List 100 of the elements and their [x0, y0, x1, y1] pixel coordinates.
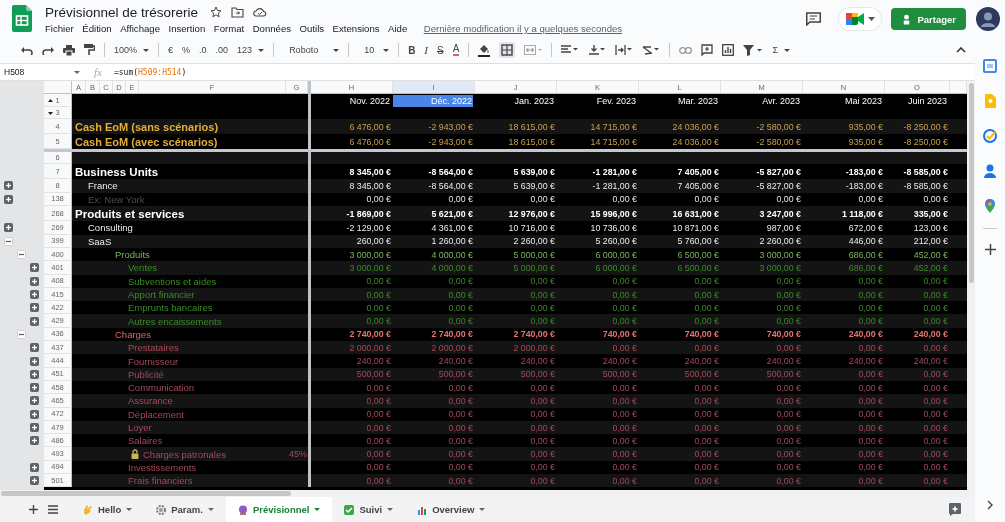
menu-icon[interactable]	[48, 505, 58, 514]
expand-group-button[interactable]	[30, 316, 39, 326]
expand-group-button[interactable]	[30, 303, 39, 313]
add-sheet-icon[interactable]	[29, 505, 38, 514]
font-size-dropdown[interactable]: 10	[364, 45, 390, 55]
menu-item[interactable]: Outils	[299, 23, 325, 34]
italic-button[interactable]: I	[424, 44, 429, 56]
amount: 0,00 €	[612, 289, 637, 300]
folder-icon[interactable]	[231, 6, 245, 18]
caret-icon[interactable]	[74, 70, 80, 74]
tasks-icon[interactable]	[983, 129, 997, 143]
menu-item[interactable]: Aide	[388, 23, 408, 34]
decrease-decimals-button[interactable]: .0	[199, 45, 207, 55]
sheet-tab[interactable]: Hello	[70, 497, 145, 522]
menu-item[interactable]: Données	[252, 23, 292, 34]
number-format-dropdown[interactable]: 123	[237, 45, 265, 55]
menu-item[interactable]: Fichier	[45, 23, 74, 34]
percent-button[interactable]: %	[182, 45, 191, 55]
add-icon[interactable]	[984, 244, 996, 255]
expand-group-button[interactable]	[30, 476, 39, 486]
increase-decimals-button[interactable]: .00	[215, 45, 229, 55]
link-icon[interactable]	[679, 46, 693, 54]
expand-group-button[interactable]	[30, 356, 39, 366]
expand-group-button[interactable]	[30, 290, 39, 300]
row-label: Cash EoM (avec scénarios)	[74, 135, 218, 148]
star-icon[interactable]	[210, 6, 223, 18]
menu-item[interactable]: Format	[213, 23, 245, 34]
strikethrough-button[interactable]: S	[437, 44, 444, 56]
sheet-tab[interactable]: Suivi	[332, 497, 406, 522]
redo-icon[interactable]	[42, 45, 54, 55]
hidden-rows-down-icon[interactable]	[48, 112, 53, 115]
add-comment-icon[interactable]	[701, 44, 714, 56]
amount: 2 000,00 €	[513, 342, 555, 353]
expand-group-button[interactable]	[30, 396, 39, 406]
zoom-dropdown[interactable]: 100%	[114, 45, 150, 55]
collapse-group-button[interactable]	[17, 250, 26, 260]
name-box[interactable]: H508	[0, 67, 74, 77]
horizontal-scrollbar[interactable]	[1, 491, 291, 496]
amount: 0,00 €	[612, 302, 637, 313]
text-color-button[interactable]: A	[452, 44, 460, 56]
fill-color-icon[interactable]	[478, 43, 491, 57]
expand-group-button[interactable]	[4, 223, 13, 233]
amount: 240,00 €	[848, 329, 883, 340]
vertical-align-icon[interactable]	[588, 45, 607, 55]
merge-cells-icon[interactable]	[524, 45, 543, 55]
menu-item[interactable]: Insertion	[168, 23, 206, 34]
document-title[interactable]: Prévisionnel de trésorerie	[45, 4, 199, 20]
currency-button[interactable]: €	[168, 45, 174, 55]
expand-group-button[interactable]	[30, 263, 39, 273]
avatar[interactable]	[976, 7, 1000, 31]
amount: 6 000,00 €	[595, 249, 637, 260]
font-dropdown[interactable]: Roboto	[289, 45, 340, 55]
vertical-scrollbar[interactable]	[968, 83, 974, 283]
amount: 0,00 €	[694, 382, 719, 393]
menu-item[interactable]: Affichage	[120, 23, 160, 34]
sheet-tab[interactable]: Param.	[144, 497, 226, 522]
expand-group-button[interactable]	[30, 423, 39, 432]
expand-group-button[interactable]	[30, 343, 39, 353]
borders-icon[interactable]	[499, 42, 516, 58]
expand-group-button[interactable]	[30, 409, 39, 419]
expand-group-button[interactable]	[30, 369, 39, 379]
print-icon[interactable]	[63, 44, 75, 56]
expand-group-button[interactable]	[30, 383, 39, 393]
sheets-logo-icon[interactable]	[12, 5, 32, 32]
filter-icon[interactable]	[743, 44, 764, 56]
expand-group-button[interactable]	[4, 181, 13, 191]
calendar-icon[interactable]	[983, 59, 997, 73]
text-rotate-icon[interactable]	[642, 45, 661, 55]
contacts-icon[interactable]	[984, 164, 996, 178]
amount: -8 564,00 €	[428, 180, 473, 191]
explore-icon[interactable]	[949, 503, 961, 516]
expand-group-button[interactable]	[30, 436, 39, 446]
sheet-tab[interactable]: Overview	[405, 497, 498, 522]
expand-panel-icon[interactable]	[987, 500, 993, 510]
expand-group-button[interactable]	[30, 276, 39, 286]
text-wrap-icon[interactable]	[615, 45, 634, 55]
expand-group-button[interactable]	[4, 194, 13, 204]
menu-item[interactable]: Édition	[82, 23, 112, 34]
share-button[interactable]: Partager	[891, 8, 966, 30]
align-icon[interactable]	[561, 45, 580, 55]
amount: 0,00 €	[923, 302, 948, 313]
meet-button[interactable]	[839, 8, 882, 30]
functions-dropdown[interactable]: Σ	[772, 45, 790, 55]
undo-icon[interactable]	[21, 45, 33, 55]
chart-icon[interactable]	[722, 44, 735, 56]
last-edit-link[interactable]: Dernière modification il y a quelques secondes	[423, 23, 623, 34]
menu-item[interactable]: Extensions	[332, 23, 380, 34]
collapse-icon[interactable]	[956, 47, 966, 53]
paint-format-icon[interactable]	[84, 44, 95, 56]
comment-icon[interactable]	[806, 12, 822, 26]
map-pin-icon[interactable]	[985, 199, 995, 213]
amount: 0,00 €	[923, 462, 948, 473]
collapse-group-button[interactable]	[4, 236, 13, 246]
cloud-icon[interactable]	[253, 7, 268, 17]
sheet-tab[interactable]: Prévisionnel	[225, 497, 333, 522]
formula-field[interactable]: =sum(H509:H514)	[113, 67, 187, 77]
collapse-group-button[interactable]	[17, 329, 26, 339]
hidden-rows-up-icon[interactable]	[48, 99, 53, 102]
expand-group-button[interactable]	[30, 462, 39, 472]
bold-button[interactable]: B	[408, 44, 416, 56]
